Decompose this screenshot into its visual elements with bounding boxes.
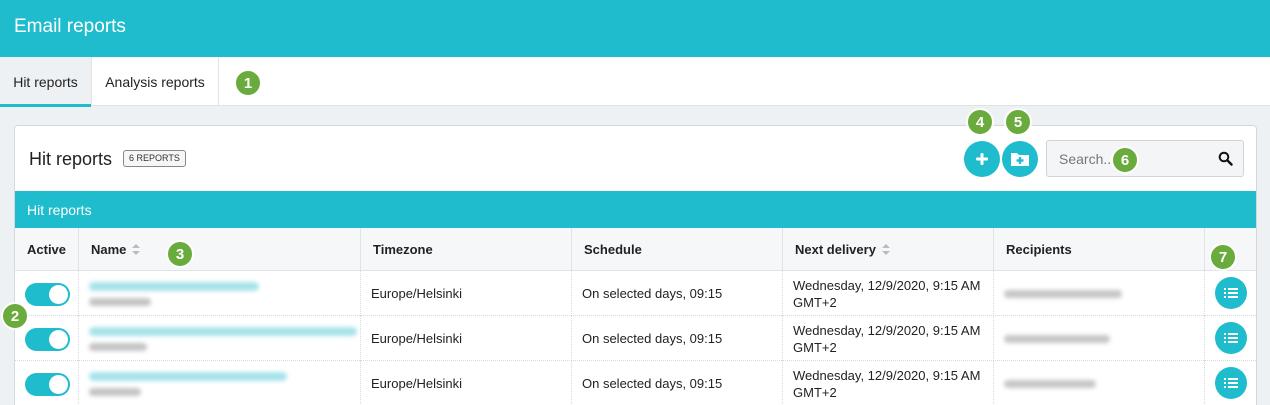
active-toggle[interactable] bbox=[25, 373, 70, 396]
column-recipients[interactable]: Recipients bbox=[994, 228, 1205, 271]
hit-reports-panel: Hit reports 6 REPORTS Hit reports Active… bbox=[14, 125, 1257, 405]
column-schedule[interactable]: Schedule bbox=[572, 228, 783, 271]
recipients-cell bbox=[994, 361, 1205, 405]
table-row: Europe/Helsinki On selected days, 09:15 … bbox=[15, 316, 1256, 361]
tab-analysis-reports[interactable]: Analysis reports bbox=[92, 57, 218, 106]
list-icon bbox=[1224, 333, 1238, 343]
timezone-cell: Europe/Helsinki bbox=[361, 271, 572, 316]
active-toggle[interactable] bbox=[25, 283, 70, 306]
annotation-marker: 1 bbox=[234, 69, 262, 97]
column-next-delivery[interactable]: Next delivery bbox=[783, 228, 994, 271]
report-owner bbox=[89, 387, 141, 396]
row-menu-button[interactable] bbox=[1215, 322, 1247, 354]
report-owner bbox=[89, 297, 151, 306]
report-name-link[interactable] bbox=[89, 281, 259, 291]
sort-icon[interactable] bbox=[881, 244, 890, 255]
sort-icon[interactable] bbox=[132, 244, 141, 255]
actions-cell bbox=[1205, 316, 1256, 361]
toggle-knob bbox=[49, 375, 68, 394]
row-menu-button[interactable] bbox=[1215, 367, 1247, 399]
top-bar: Email reports bbox=[0, 0, 1270, 57]
add-folder-button[interactable] bbox=[1002, 141, 1038, 177]
actions-cell bbox=[1205, 271, 1256, 316]
table-row: Europe/Helsinki On selected days, 09:15 … bbox=[15, 271, 1256, 316]
row-menu-button[interactable] bbox=[1215, 277, 1247, 309]
recipient-email bbox=[1004, 334, 1110, 343]
tab-divider bbox=[218, 57, 219, 106]
column-name[interactable]: Name bbox=[79, 228, 361, 271]
folder-plus-icon bbox=[1011, 153, 1029, 166]
section-label: Hit reports bbox=[27, 202, 92, 218]
section-header: Hit reports bbox=[15, 191, 1256, 228]
annotation-marker: 7 bbox=[1209, 243, 1237, 271]
panel-title: Hit reports bbox=[29, 149, 113, 169]
recipient-email bbox=[1004, 379, 1096, 388]
column-timezone[interactable]: Timezone bbox=[361, 228, 572, 271]
list-icon bbox=[1224, 378, 1238, 388]
recipients-cell bbox=[994, 271, 1205, 316]
recipients-cell bbox=[994, 316, 1205, 361]
active-toggle[interactable] bbox=[25, 328, 70, 351]
list-icon bbox=[1224, 288, 1238, 298]
annotation-marker: 3 bbox=[166, 240, 194, 268]
search-icon[interactable] bbox=[1218, 151, 1233, 166]
schedule-cell: On selected days, 09:15 bbox=[572, 361, 783, 405]
timezone-cell: Europe/Helsinki bbox=[361, 316, 572, 361]
next-delivery-cell: Wednesday, 12/9/2020, 9:15 AM GMT+2 bbox=[783, 271, 994, 316]
annotation-marker: 2 bbox=[1, 302, 29, 330]
report-tabs: Hit reports Analysis reports bbox=[0, 57, 1270, 107]
annotation-marker: 5 bbox=[1004, 108, 1032, 136]
add-report-button[interactable] bbox=[964, 141, 1000, 177]
actions-cell bbox=[1205, 361, 1256, 405]
next-delivery-cell: Wednesday, 12/9/2020, 9:15 AM GMT+2 bbox=[783, 316, 994, 361]
timezone-cell: Europe/Helsinki bbox=[361, 361, 572, 405]
name-cell bbox=[79, 316, 361, 361]
report-owner bbox=[89, 342, 147, 351]
column-active[interactable]: Active bbox=[15, 228, 79, 271]
table-row: Europe/Helsinki On selected days, 09:15 … bbox=[15, 361, 1256, 405]
plus-icon bbox=[976, 153, 988, 165]
next-delivery-cell: Wednesday, 12/9/2020, 9:15 AM GMT+2 bbox=[783, 361, 994, 405]
app-title: Email reports bbox=[14, 16, 126, 37]
recipient-email bbox=[1004, 289, 1122, 298]
toggle-knob bbox=[49, 285, 68, 304]
toggle-knob bbox=[49, 330, 68, 349]
active-cell bbox=[15, 361, 79, 405]
annotation-marker: 6 bbox=[1111, 146, 1139, 174]
tab-hit-reports[interactable]: Hit reports bbox=[0, 57, 91, 107]
name-cell bbox=[79, 271, 361, 316]
table-header: Active Name Timezone Schedule Next deliv… bbox=[15, 228, 1256, 271]
name-cell bbox=[79, 361, 361, 405]
report-name-link[interactable] bbox=[89, 371, 287, 381]
search-box bbox=[1046, 140, 1244, 177]
schedule-cell: On selected days, 09:15 bbox=[572, 271, 783, 316]
schedule-cell: On selected days, 09:15 bbox=[572, 316, 783, 361]
annotation-marker: 4 bbox=[966, 108, 994, 136]
report-name-link[interactable] bbox=[89, 326, 357, 336]
report-count-badge: 6 REPORTS bbox=[123, 150, 186, 167]
